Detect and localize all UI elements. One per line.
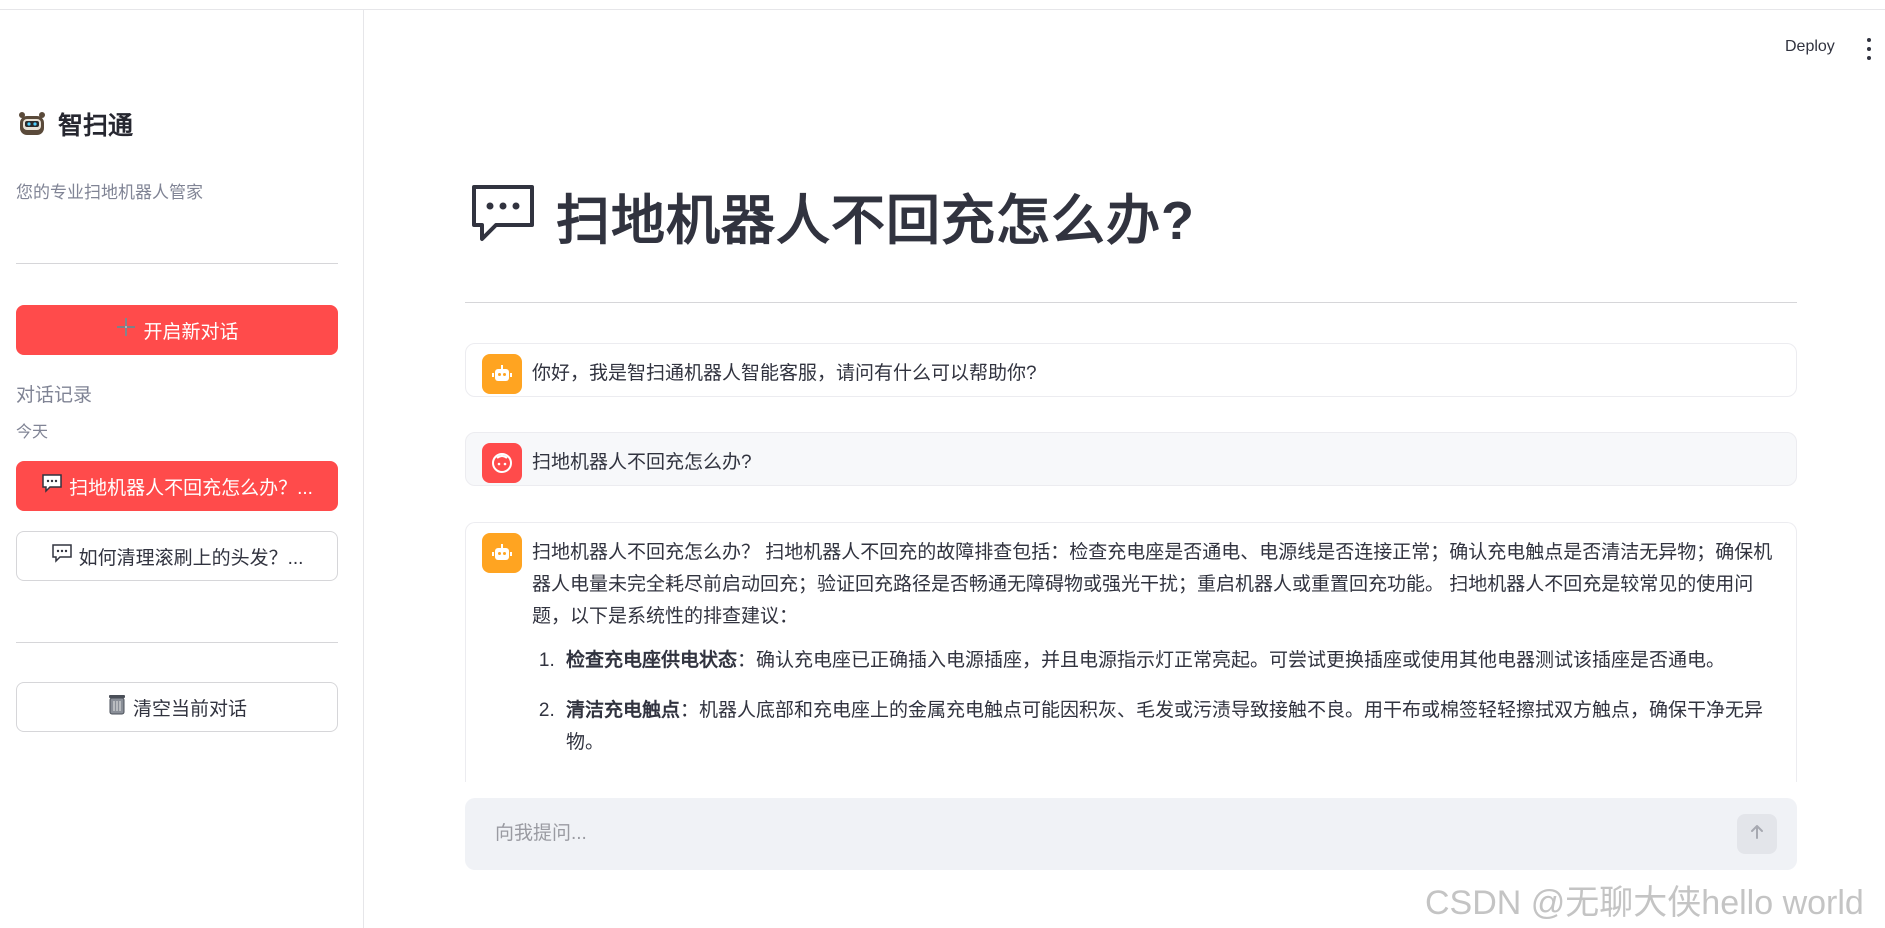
brand-title: 智扫通 bbox=[58, 112, 134, 140]
user-avatar-icon bbox=[482, 443, 522, 483]
new-chat-label: 开启新对话 bbox=[143, 321, 239, 343]
title-divider bbox=[465, 302, 1797, 303]
message-text: 你好，我是智扫通机器人智能客服，请问有什么可以帮助你? bbox=[532, 363, 1037, 384]
main-menu-icon[interactable] bbox=[1862, 38, 1876, 60]
page-title: 扫地机器人不回充怎么办? bbox=[470, 176, 1195, 255]
message-text: 扫地机器人不回充怎么办？ 扫地机器人不回充的故障排查包括：检查充电座是否通电、电… bbox=[532, 542, 1773, 627]
arrow-up-icon bbox=[1748, 823, 1766, 846]
history-item[interactable]: 如何清理滚刷上的头发？... bbox=[16, 531, 338, 581]
history-item-active[interactable]: 扫地机器人不回充怎么办？... bbox=[16, 461, 338, 511]
list-item: 检查充电座供电状态：确认充电座已正确插入电源插座，并且电源指示灯正常亮起。可尝试… bbox=[560, 645, 1780, 677]
sidebar: 智扫通 您的专业扫地机器人管家 开启新对话 对话记录 今天 扫地机器人不回充怎么… bbox=[0, 10, 364, 928]
history-item-label: 如何清理滚刷上的头发？... bbox=[78, 547, 304, 569]
message-text: 扫地机器人不回充怎么办? bbox=[532, 452, 752, 473]
chat-message-bot: 你好，我是智扫通机器人智能客服，请问有什么可以帮助你? bbox=[465, 343, 1797, 397]
list-item-body: ：机器人底部和充电座上的金属充电触点可能因积灰、毛发或污渍导致接触不良。用干布或… bbox=[566, 700, 1764, 753]
chat-input-container bbox=[465, 798, 1797, 870]
deploy-button[interactable]: Deploy bbox=[1785, 38, 1835, 56]
send-button[interactable] bbox=[1737, 814, 1777, 854]
bot-avatar-icon bbox=[482, 533, 522, 573]
troubleshooting-list: 检查充电座供电状态：确认充电座已正确插入电源插座，并且电源指示灯正常亮起。可尝试… bbox=[532, 645, 1780, 759]
clear-chat-button[interactable]: 清空当前对话 bbox=[16, 682, 338, 732]
chat-message-user: 扫地机器人不回充怎么办? bbox=[465, 432, 1797, 486]
list-item: 清洁充电触点：机器人底部和充电座上的金属充电触点可能因积灰、毛发或污渍导致接触不… bbox=[560, 695, 1780, 759]
chat-message-bot: 扫地机器人不回充怎么办？ 扫地机器人不回充的故障排查包括：检查充电座是否通电、电… bbox=[465, 522, 1797, 782]
speech-bubble-icon bbox=[41, 473, 63, 499]
plus-icon bbox=[115, 316, 137, 344]
list-item-title: 检查充电座供电状态 bbox=[566, 650, 738, 671]
history-label: 对话记录 bbox=[16, 385, 93, 406]
history-item-label: 扫地机器人不回充怎么办？... bbox=[69, 477, 313, 499]
chat-input[interactable] bbox=[495, 823, 1695, 845]
brand-subtitle: 您的专业扫地机器人管家 bbox=[16, 183, 203, 202]
clear-chat-label: 清空当前对话 bbox=[132, 698, 247, 720]
today-label: 今天 bbox=[16, 424, 49, 441]
trash-icon bbox=[107, 693, 127, 721]
page-title-text: 扫地机器人不回充怎么办? bbox=[556, 191, 1195, 251]
robot-mascot-icon bbox=[16, 108, 48, 140]
bot-avatar-icon bbox=[482, 354, 522, 394]
speech-bubble-icon bbox=[51, 543, 73, 569]
list-item-title: 清洁充电触点 bbox=[566, 700, 681, 721]
speech-bubble-icon bbox=[470, 183, 536, 248]
watermark: CSDN @无聊大侠hello world bbox=[1425, 884, 1864, 922]
new-chat-button[interactable]: 开启新对话 bbox=[16, 305, 338, 355]
brand: 智扫通 bbox=[16, 106, 133, 142]
sidebar-divider bbox=[16, 642, 338, 643]
sidebar-divider bbox=[16, 263, 338, 264]
list-item-body: ：确认充电座已正确插入电源插座，并且电源指示灯正常亮起。可尝试更换插座或使用其他… bbox=[737, 650, 1726, 671]
